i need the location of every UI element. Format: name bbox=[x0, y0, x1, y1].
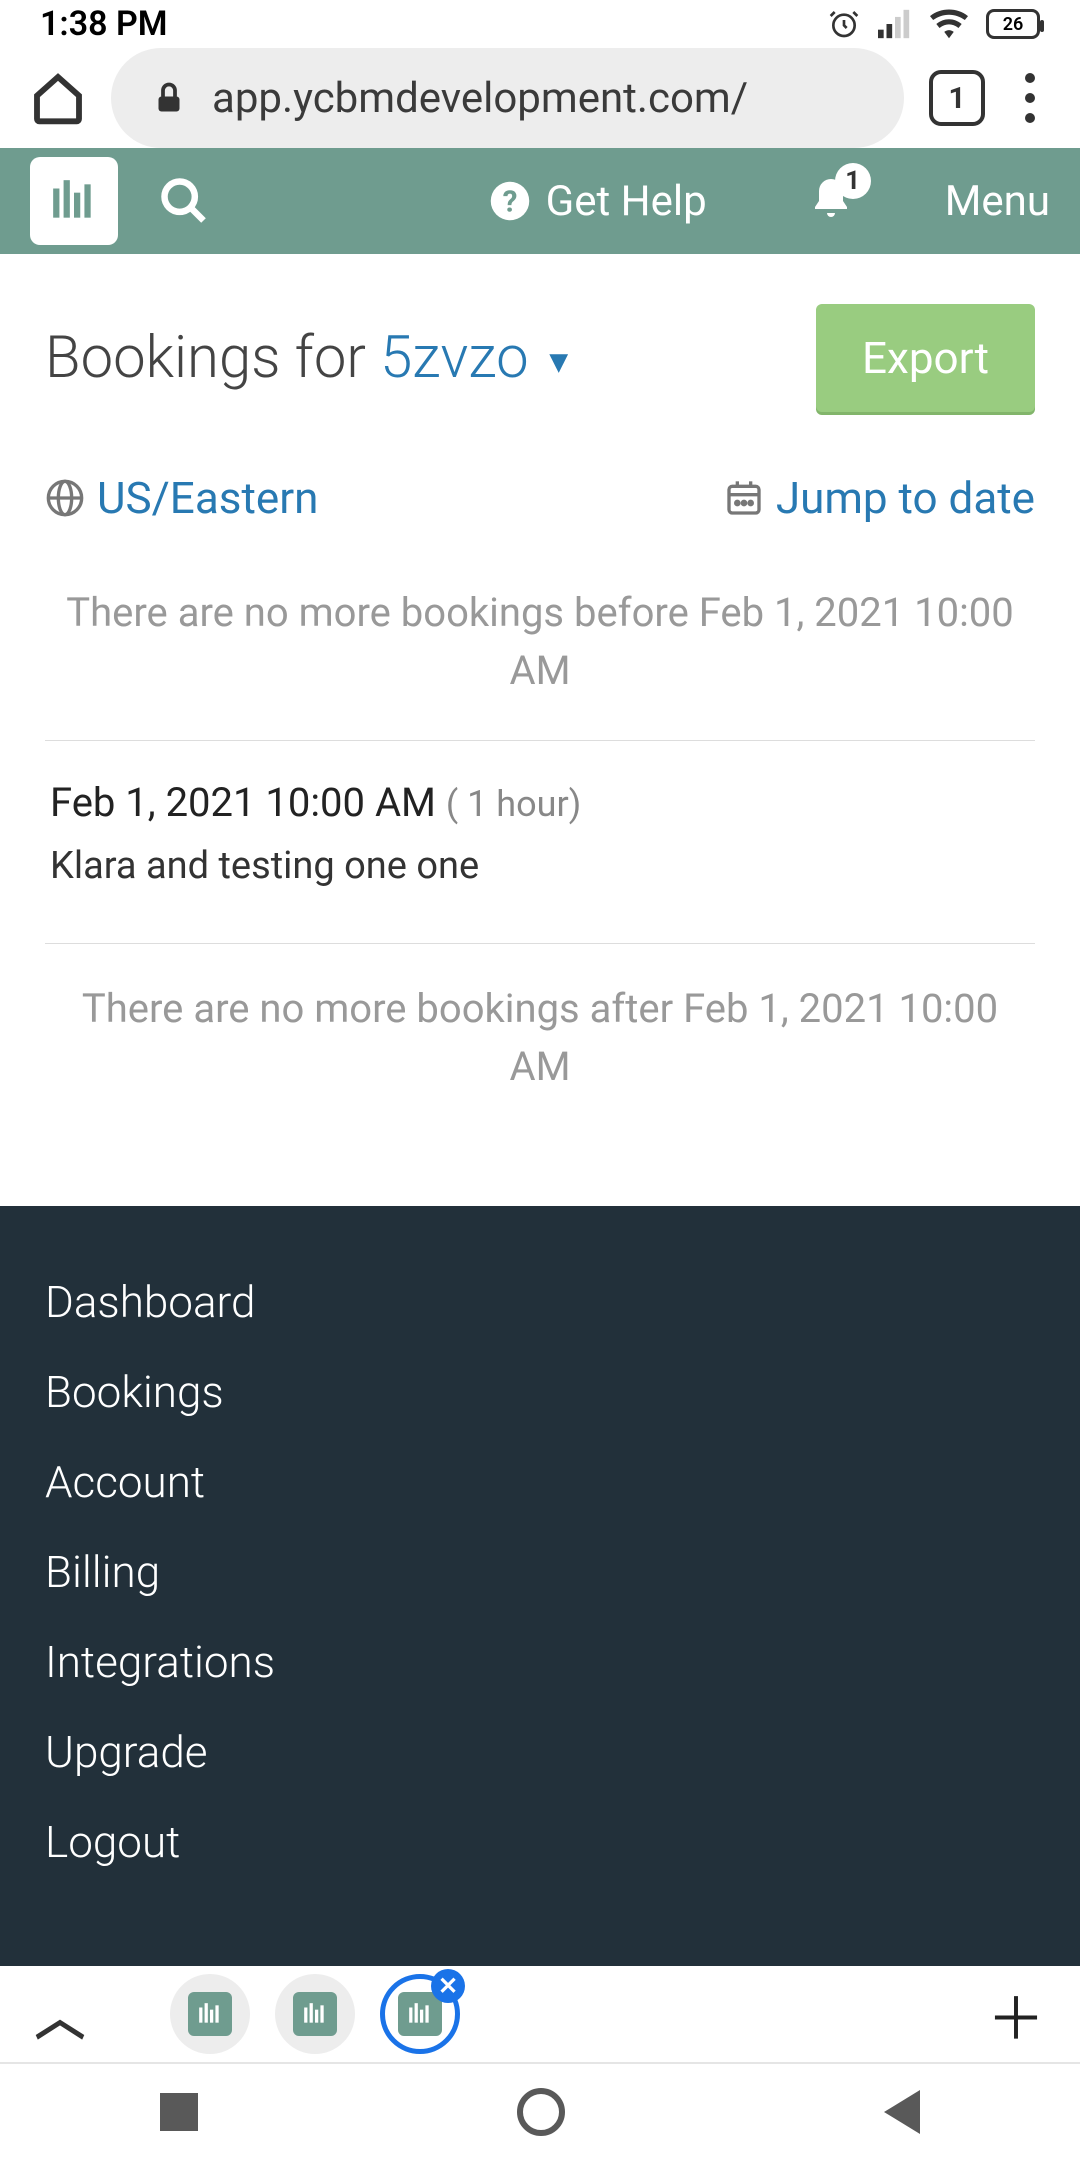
help-icon: ? bbox=[489, 180, 531, 222]
booking-item[interactable]: Feb 1, 2021 10:00 AM ( 1 hour) Klara and… bbox=[45, 741, 1035, 944]
footer-link-dashboard[interactable]: Dashboard bbox=[45, 1276, 1035, 1328]
jump-label: Jump to date bbox=[776, 472, 1035, 524]
lock-icon bbox=[151, 80, 187, 116]
browser-tab-strip: ︿ ✕ ＋ bbox=[0, 1966, 1080, 2063]
status-time: 1:38 PM bbox=[40, 4, 168, 44]
booking-description: Klara and testing one one bbox=[50, 844, 1030, 888]
url-text: app.ycbmdevelopment.com/ bbox=[212, 74, 748, 123]
help-label: Get Help bbox=[546, 177, 707, 226]
timezone-link[interactable]: US/Eastern bbox=[45, 472, 318, 524]
android-back[interactable] bbox=[884, 2090, 920, 2134]
browser-tab-1[interactable] bbox=[170, 1974, 250, 2054]
footer-link-logout[interactable]: Logout bbox=[45, 1816, 1035, 1868]
alarm-icon bbox=[828, 8, 860, 40]
app-header: ? Get Help 1 Menu bbox=[0, 148, 1080, 254]
browser-tab-active[interactable]: ✕ bbox=[380, 1974, 460, 2054]
status-bar: 1:38 PM 26 bbox=[0, 0, 1080, 48]
export-button[interactable]: Export bbox=[816, 304, 1035, 412]
app-logo[interactable] bbox=[30, 157, 118, 245]
calendar-icon bbox=[724, 478, 764, 518]
expand-tabs-icon[interactable]: ︿ bbox=[35, 1978, 85, 2050]
bars-logo-icon bbox=[302, 2001, 328, 2027]
booking-duration: ( 1 hour) bbox=[446, 783, 581, 825]
menu-button[interactable]: Menu bbox=[945, 177, 1050, 226]
home-icon[interactable] bbox=[30, 70, 86, 126]
booking-datetime: Feb 1, 2021 10:00 AM bbox=[50, 779, 436, 826]
chevron-down-icon: ▼ bbox=[543, 343, 575, 381]
empty-after-message: There are no more bookings after Feb 1, … bbox=[45, 980, 1035, 1116]
browser-bar: app.ycbmdevelopment.com/ 1 bbox=[0, 48, 1080, 148]
calendar-dropdown[interactable]: 5zvzo ▼ bbox=[380, 324, 574, 392]
url-bar[interactable]: app.ycbmdevelopment.com/ bbox=[111, 48, 904, 148]
bars-logo-icon bbox=[197, 2001, 223, 2027]
browser-menu-icon[interactable] bbox=[1010, 73, 1050, 123]
close-tab-icon[interactable]: ✕ bbox=[431, 1969, 465, 2003]
wifi-icon bbox=[930, 9, 968, 39]
title-prefix: Bookings for bbox=[45, 324, 380, 392]
footer-link-account[interactable]: Account bbox=[45, 1456, 1035, 1508]
footer-link-integrations[interactable]: Integrations bbox=[45, 1636, 1035, 1688]
footer-link-upgrade[interactable]: Upgrade bbox=[45, 1726, 1035, 1778]
tab-count-button[interactable]: 1 bbox=[929, 70, 985, 126]
footer-link-billing[interactable]: Billing bbox=[45, 1546, 1035, 1598]
get-help-link[interactable]: ? Get Help bbox=[489, 177, 707, 226]
svg-text:?: ? bbox=[502, 185, 517, 220]
status-icons: 26 bbox=[828, 8, 1040, 40]
search-icon[interactable] bbox=[158, 175, 210, 227]
footer-link-bookings[interactable]: Bookings bbox=[45, 1366, 1035, 1418]
jump-to-date-link[interactable]: Jump to date bbox=[724, 472, 1035, 524]
notification-badge: 1 bbox=[835, 163, 871, 199]
browser-tab-2[interactable] bbox=[275, 1974, 355, 2054]
bars-logo-icon bbox=[49, 176, 99, 226]
page-content: Bookings for 5zvzo ▼ Export US/Eastern J… bbox=[0, 254, 1080, 1116]
android-home[interactable] bbox=[517, 2088, 565, 2136]
android-nav-bar bbox=[0, 2064, 1080, 2160]
page-title: Bookings for 5zvzo ▼ bbox=[45, 324, 575, 392]
android-recent-apps[interactable] bbox=[160, 2093, 198, 2131]
signal-icon bbox=[878, 9, 912, 39]
empty-before-message: There are no more bookings before Feb 1,… bbox=[45, 584, 1035, 720]
timezone-label: US/Eastern bbox=[97, 472, 318, 524]
battery-indicator: 26 bbox=[986, 9, 1040, 39]
notifications-button[interactable]: 1 bbox=[807, 175, 855, 227]
new-tab-button[interactable]: ＋ bbox=[987, 1972, 1045, 2056]
battery-level: 26 bbox=[1003, 14, 1024, 35]
bars-logo-icon bbox=[407, 2001, 433, 2027]
footer-nav: Dashboard Bookings Account Billing Integ… bbox=[0, 1206, 1080, 1966]
globe-icon bbox=[45, 478, 85, 518]
